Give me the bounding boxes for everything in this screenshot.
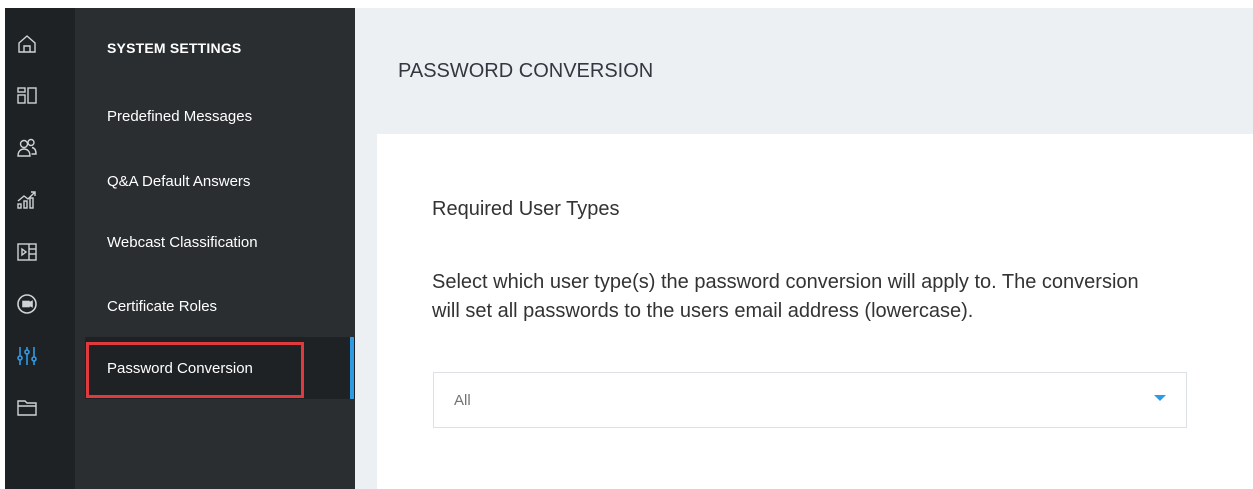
folder-icon[interactable] xyxy=(5,388,49,428)
subnav-title: SYSTEM SETTINGS xyxy=(107,40,242,56)
section-title: Required User Types xyxy=(432,198,620,220)
subnav-item-qa-default-answers[interactable]: Q&A Default Answers xyxy=(107,173,250,190)
settings-card: Required User Types Select which user ty… xyxy=(377,134,1253,489)
highlight-annotation-box xyxy=(86,342,304,398)
subnav-item-predefined-messages[interactable]: Predefined Messages xyxy=(107,108,252,125)
select-value: All xyxy=(454,392,471,409)
analytics-icon[interactable] xyxy=(5,180,49,220)
subnav-item-certificate-roles[interactable]: Certificate Roles xyxy=(107,298,217,315)
settings-sliders-icon[interactable] xyxy=(5,336,49,376)
users-icon[interactable] xyxy=(5,128,49,168)
page-title: PASSWORD CONVERSION xyxy=(398,60,654,82)
app-frame: SYSTEM SETTINGS Predefined Messages Q&A … xyxy=(0,0,1253,489)
user-type-select[interactable]: All xyxy=(433,372,1187,428)
media-icon[interactable] xyxy=(5,232,49,272)
caret-down-icon xyxy=(1154,395,1166,401)
settings-subnav: SYSTEM SETTINGS Predefined Messages Q&A … xyxy=(75,8,355,489)
video-icon[interactable] xyxy=(5,284,49,324)
dashboard-icon[interactable] xyxy=(5,76,49,116)
section-description: Select which user type(s) the password c… xyxy=(432,271,1139,322)
icon-rail xyxy=(5,8,75,489)
active-item-indicator xyxy=(350,337,354,399)
subnav-item-webcast-classification[interactable]: Webcast Classification xyxy=(107,234,258,251)
main-content: PASSWORD CONVERSION Required User Types … xyxy=(355,8,1253,489)
home-icon[interactable] xyxy=(5,24,49,64)
